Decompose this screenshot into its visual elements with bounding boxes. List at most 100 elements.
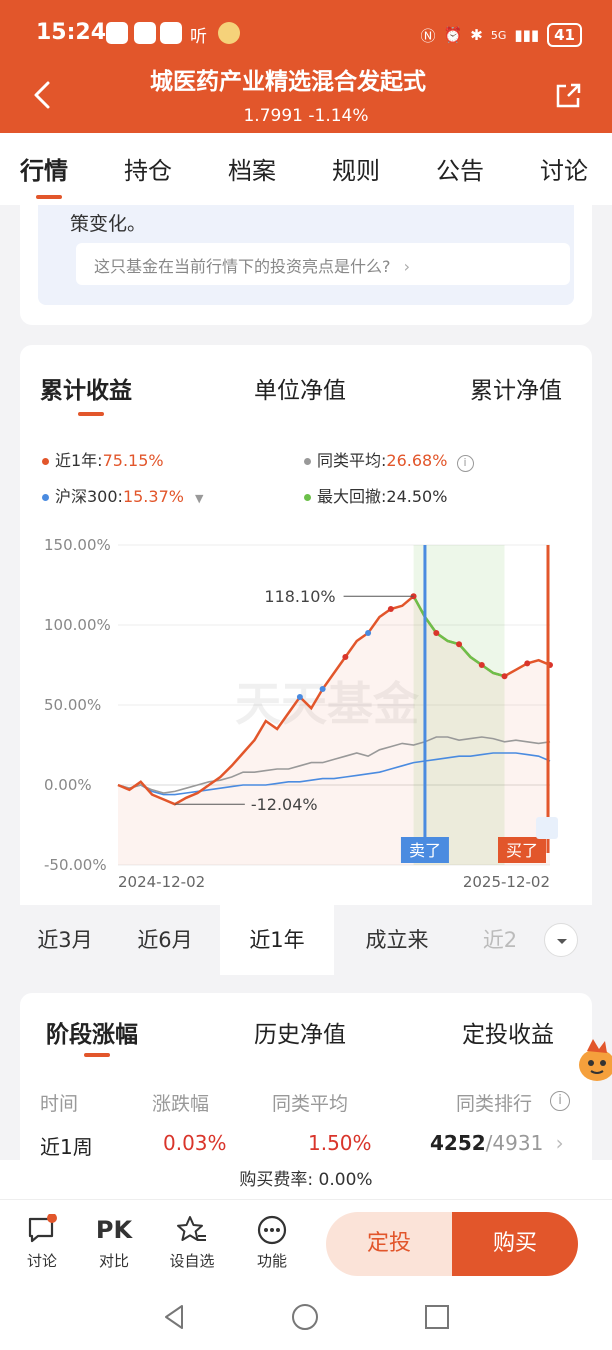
app-notification-icon bbox=[106, 22, 128, 44]
legend-max-drawdown: 最大回撤:24.50% bbox=[304, 483, 447, 507]
x-tick-label: 2024-12-02 bbox=[118, 873, 205, 891]
period-more-button[interactable] bbox=[544, 923, 578, 957]
system-nav-bar bbox=[0, 1286, 612, 1350]
period-3m[interactable]: 近3月 bbox=[20, 905, 110, 975]
y-tick-label: 0.00% bbox=[44, 776, 92, 794]
period-6m[interactable]: 近6月 bbox=[110, 905, 220, 975]
header-change: 涨跌幅 bbox=[152, 1093, 210, 1115]
x-tick-label: 2025-12-02 bbox=[463, 873, 550, 891]
period-selector: 近3月 近6月 近1年 成立来 近2 bbox=[20, 905, 592, 975]
trade-point bbox=[319, 686, 326, 692]
period-2y[interactable]: 近2 bbox=[460, 905, 540, 975]
chart-tab-unit-nav[interactable]: 单位净值 bbox=[254, 371, 346, 405]
info-icon[interactable]: i bbox=[456, 455, 474, 472]
purchase-fee: 购买费率: 0.00% bbox=[0, 1160, 612, 1200]
status-icons: Ⓝ ⏰ ✱ 5G ▮▮▮ 41 bbox=[421, 22, 582, 48]
row-avg: 1.50% bbox=[308, 1131, 372, 1155]
nav-home-icon[interactable] bbox=[290, 1302, 320, 1332]
row-rank[interactable]: 4252/4931 › bbox=[430, 1131, 564, 1155]
chart-tab-acc-nav[interactable]: 累计净值 bbox=[470, 371, 562, 405]
nav-back-icon[interactable] bbox=[160, 1302, 190, 1332]
chat-icon bbox=[28, 1214, 57, 1243]
chevron-right-icon: › bbox=[555, 1131, 564, 1155]
discuss-button[interactable]: 讨论 bbox=[12, 1214, 72, 1271]
stage-tab-underline bbox=[84, 1053, 110, 1057]
y-tick-label: -50.00% bbox=[44, 856, 107, 874]
share-icon[interactable] bbox=[554, 82, 582, 110]
legend-fund: 近1年:75.15% bbox=[42, 447, 164, 471]
mascot-icon[interactable] bbox=[573, 1035, 612, 1091]
functions-button[interactable]: 功能 bbox=[242, 1214, 302, 1271]
signal-bars-icon: ▮▮▮ bbox=[514, 26, 540, 44]
info-icon[interactable]: i bbox=[550, 1091, 570, 1111]
pk-icon: PK bbox=[95, 1216, 133, 1244]
stage-card: 阶段涨幅 历史净值 定投收益 时间 涨跌幅 同类平均 同类排行 i 近1周 0.… bbox=[20, 993, 592, 1173]
header-period: 时间 bbox=[40, 1093, 79, 1115]
tab-profile[interactable]: 档案 bbox=[228, 151, 276, 186]
fund-nav-change: 1.7991 -1.14% bbox=[243, 106, 369, 126]
stage-tab-sip-returns[interactable]: 定投收益 bbox=[462, 1015, 554, 1049]
sip-button[interactable]: 定投 bbox=[326, 1212, 452, 1276]
music-app-icon bbox=[134, 22, 156, 44]
buy-label: 买了 bbox=[506, 841, 538, 860]
battery-icon: 41 bbox=[547, 23, 582, 47]
header-rank: 同类排行 bbox=[456, 1093, 533, 1115]
legend-dot bbox=[304, 458, 311, 465]
stage-tab-returns[interactable]: 阶段涨幅 bbox=[46, 1015, 138, 1049]
trade-point bbox=[456, 641, 463, 648]
ai-text: 策变化。 bbox=[70, 213, 147, 235]
dropdown-icon: ▼ bbox=[195, 492, 204, 505]
legend-hs300[interactable]: 沪深300:15.37% ▼ bbox=[42, 483, 204, 507]
header-avg: 同类平均 bbox=[272, 1093, 349, 1115]
alarm-icon: ⏰ bbox=[443, 26, 463, 44]
peak-label: 118.10% bbox=[264, 587, 335, 606]
sell-label: 卖了 bbox=[409, 841, 441, 860]
ai-card: 策变化。 这只基金在当前行情下的投资亮点是什么? › bbox=[20, 205, 592, 325]
listen-icon: 听 bbox=[190, 27, 207, 47]
main-tabs: 行情 持仓 档案 规则 公告 讨论 bbox=[0, 133, 612, 205]
period-1y[interactable]: 近1年 bbox=[220, 905, 334, 975]
y-tick-label: 50.00% bbox=[44, 696, 101, 714]
trade-point bbox=[342, 654, 349, 660]
tab-announcements[interactable]: 公告 bbox=[436, 151, 484, 186]
chart-tab-cumulative[interactable]: 累计收益 bbox=[40, 371, 132, 405]
status-bar: 15:24 听 Ⓝ ⏰ ✱ 5G ▮▮▮ 41 bbox=[0, 14, 612, 58]
more-icon bbox=[257, 1215, 287, 1245]
bottom-action-bar: 讨论 PK 对比 设自选 功能 定投 购买 bbox=[0, 1200, 612, 1286]
trade-point bbox=[501, 673, 508, 680]
y-tick-label: 100.00% bbox=[44, 616, 111, 634]
legend-dot bbox=[304, 494, 311, 501]
tab-holdings[interactable]: 持仓 bbox=[124, 151, 172, 186]
period-since-inception[interactable]: 成立来 bbox=[334, 905, 460, 975]
nav-recents-icon[interactable] bbox=[422, 1302, 452, 1332]
chart-card: 累计收益 单位净值 累计净值 近1年:75.15% 同类平均:26.68% i … bbox=[20, 345, 592, 975]
tab-discussion[interactable]: 讨论 bbox=[540, 151, 588, 186]
status-time: 15:24 bbox=[36, 20, 107, 45]
legend-dot bbox=[42, 458, 49, 465]
tab-underline bbox=[36, 195, 62, 199]
ai-question-label: 这只基金在当前行情下的投资亮点是什么? bbox=[94, 257, 391, 276]
fund-app-icon bbox=[160, 22, 182, 44]
stage-tab-history-nav[interactable]: 历史净值 bbox=[254, 1015, 346, 1049]
signal-icon: 5G bbox=[490, 28, 507, 42]
y-tick-label: 150.00% bbox=[44, 536, 111, 554]
add-watchlist-button[interactable]: 设自选 bbox=[162, 1214, 222, 1271]
legend-dot bbox=[42, 494, 49, 501]
trade-point bbox=[478, 662, 485, 668]
trough-label: -12.04% bbox=[251, 795, 318, 814]
performance-chart[interactable]: 150.00% 100.00% 50.00% 0.00% -50.00% 2024-12-… bbox=[20, 535, 592, 905]
chart-tab-underline bbox=[78, 412, 104, 416]
ai-question-button[interactable]: 这只基金在当前行情下的投资亮点是什么? › bbox=[76, 243, 570, 285]
trade-point bbox=[365, 630, 372, 636]
buy-button[interactable]: 购买 bbox=[452, 1212, 578, 1276]
chevron-right-icon: › bbox=[403, 257, 410, 276]
chevron-down-icon bbox=[557, 939, 567, 944]
row-period: 近1周 bbox=[40, 1135, 93, 1159]
tab-rules[interactable]: 规则 bbox=[332, 151, 380, 186]
rank-total: /4931 bbox=[485, 1131, 544, 1155]
tab-market[interactable]: 行情 bbox=[20, 151, 68, 186]
legend-category-avg: 同类平均:26.68% i bbox=[304, 447, 474, 472]
nfc-icon: Ⓝ bbox=[420, 26, 436, 45]
row-change: 0.03% bbox=[163, 1131, 227, 1155]
compare-button[interactable]: PK 对比 bbox=[84, 1214, 144, 1271]
